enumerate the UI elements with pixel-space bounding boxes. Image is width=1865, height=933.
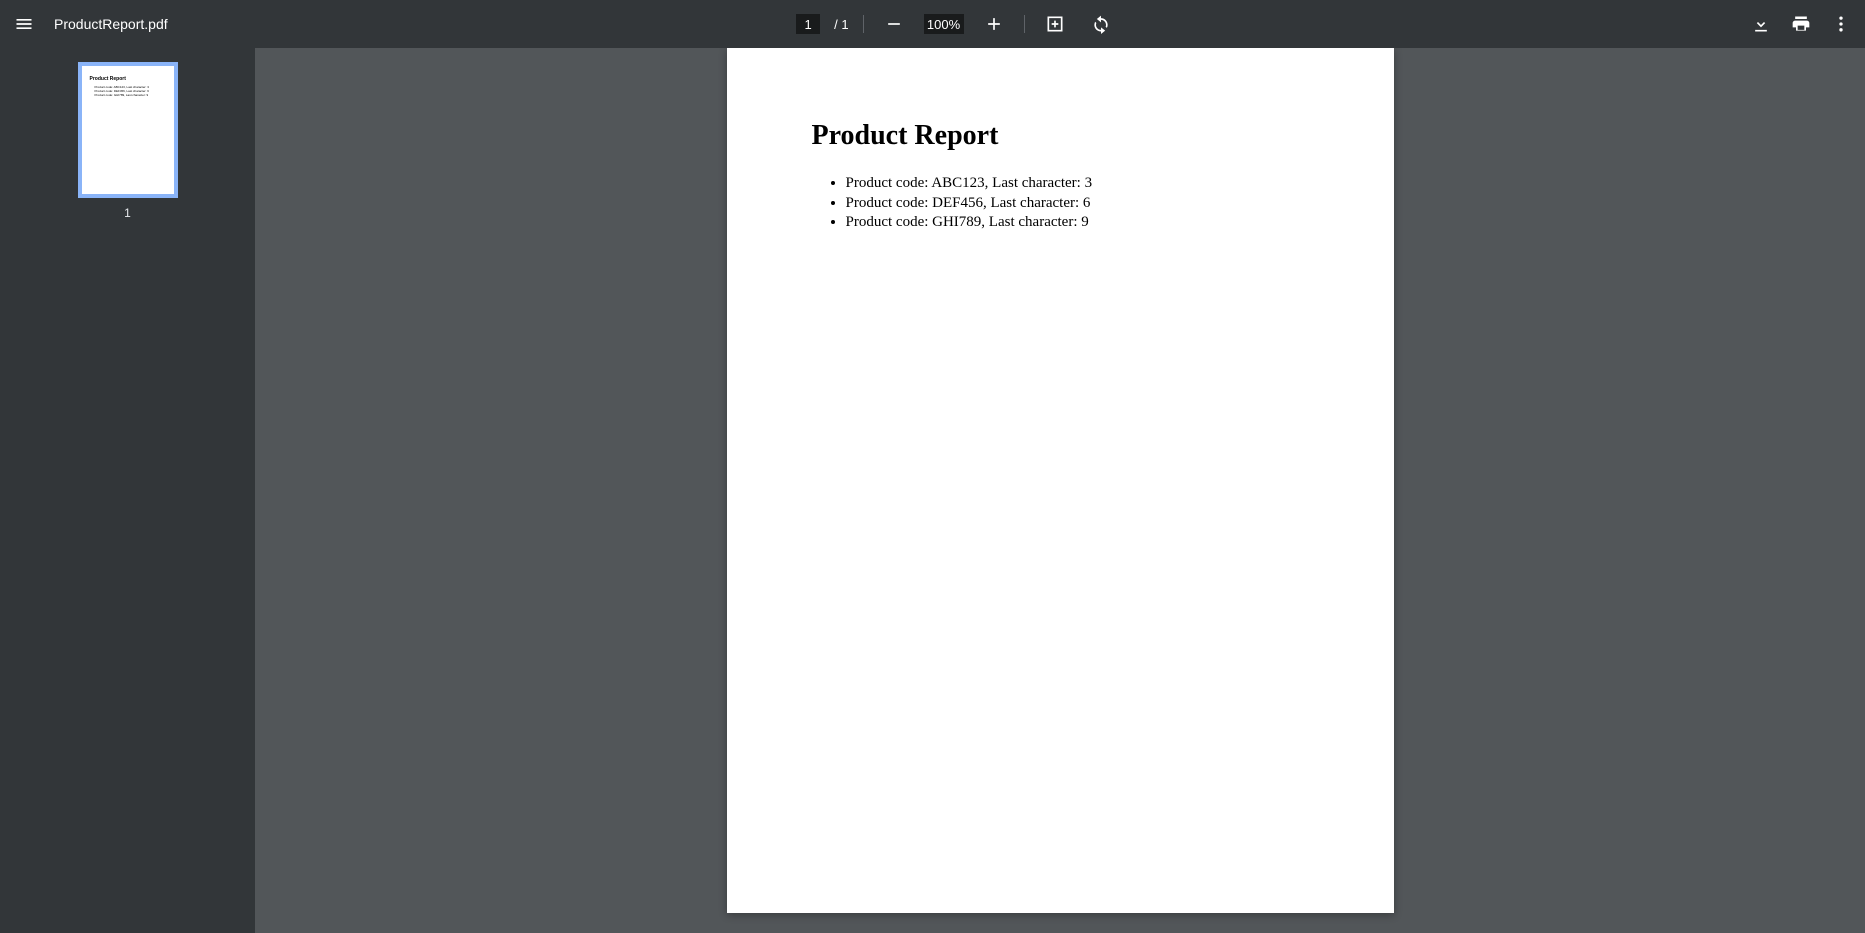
fit-page-icon[interactable]	[1039, 8, 1071, 40]
thumbnail-page-number: 1	[124, 206, 131, 220]
menu-icon[interactable]	[8, 8, 40, 40]
print-icon[interactable]	[1785, 8, 1817, 40]
zoom-out-icon[interactable]	[878, 8, 910, 40]
page-total-value: 1	[841, 17, 848, 32]
download-icon[interactable]	[1745, 8, 1777, 40]
pdf-toolbar: ProductReport.pdf / 1 100%	[0, 0, 1865, 48]
document-title: Product Report	[812, 120, 1309, 152]
page-thumbnail[interactable]: Product Report Product code: ABC123, Las…	[78, 62, 178, 198]
page-total: / 1	[834, 17, 848, 32]
thumbnail-sidebar: Product Report Product code: ABC123, Las…	[0, 48, 255, 933]
thumb-mini-line: Product code: GHI789, Last character: 9	[95, 94, 166, 98]
list-item: Product code: GHI789, Last character: 9	[846, 213, 1309, 233]
document-viewport[interactable]: Product Report Product code: ABC123, Las…	[255, 48, 1865, 933]
document-list: Product code: ABC123, Last character: 3 …	[812, 174, 1309, 233]
list-item: Product code: ABC123, Last character: 3	[846, 174, 1309, 194]
page-number-input[interactable]	[796, 14, 820, 34]
more-icon[interactable]	[1825, 8, 1857, 40]
list-item: Product code: DEF456, Last character: 6	[846, 194, 1309, 214]
zoom-level[interactable]: 100%	[924, 14, 964, 34]
thumb-mini-title: Product Report	[90, 76, 166, 82]
pdf-page: Product Report Product code: ABC123, Las…	[727, 48, 1394, 913]
divider	[1024, 15, 1025, 33]
file-name: ProductReport.pdf	[48, 16, 168, 32]
divider	[863, 15, 864, 33]
zoom-in-icon[interactable]	[978, 8, 1010, 40]
rotate-icon[interactable]	[1085, 8, 1117, 40]
